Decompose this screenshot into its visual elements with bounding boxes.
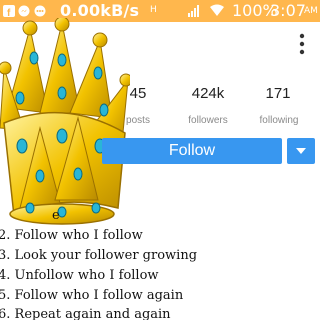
chevron-down-icon	[296, 148, 306, 154]
profile-avatar-crown[interactable]	[0, 18, 130, 228]
bio-line: 6. Repeat again and again	[0, 307, 171, 320]
network-type: H	[150, 5, 157, 15]
messenger-icon	[18, 5, 30, 17]
bio-line: 2. Follow who I follow	[0, 228, 143, 243]
wifi-icon	[210, 4, 224, 16]
bio-line: 3. Look your follower growing	[0, 248, 198, 263]
following-label: following	[259, 115, 299, 126]
followers-label: followers	[188, 115, 228, 126]
facebook-icon: f	[3, 5, 15, 17]
signal-icon	[188, 5, 199, 17]
bio-line: 5. Follow who I follow again	[0, 288, 184, 303]
suggested-users-dropdown-button[interactable]	[287, 138, 315, 164]
bio-line: e	[52, 208, 60, 223]
am-pm: AM	[304, 6, 318, 16]
follow-button[interactable]: Follow	[102, 138, 282, 164]
posts-label: posts	[126, 115, 150, 126]
chat-icon	[34, 5, 46, 17]
following-count[interactable]: 171	[258, 85, 298, 102]
posts-count[interactable]: 45	[118, 85, 158, 102]
overflow-menu-icon[interactable]	[299, 33, 305, 55]
bio-line: 4. Unfollow who I follow	[0, 268, 159, 283]
followers-count[interactable]: 424k	[183, 85, 233, 102]
clock: 3:07	[270, 1, 306, 20]
